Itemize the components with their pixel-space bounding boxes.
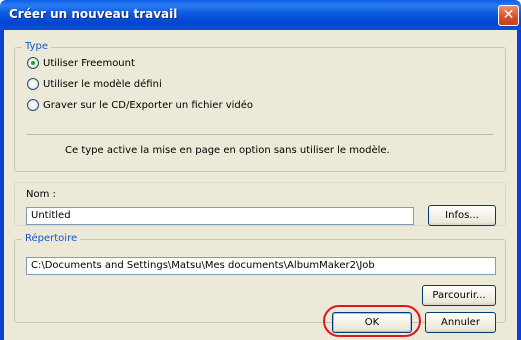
- radio-burn-export[interactable]: Graver sur le CD/Exporter un fichier vid…: [27, 98, 253, 112]
- name-input[interactable]: Untitled: [26, 207, 414, 225]
- radio-label-template: Utiliser le modèle défini: [43, 78, 162, 90]
- type-group-label: Type: [22, 41, 51, 52]
- name-label: Nom :: [26, 189, 56, 200]
- ok-button-highlight: [323, 305, 421, 337]
- name-group: Nom : Untitled Infos...: [14, 182, 506, 226]
- dialog-window: Créer un nouveau travail ✕ Type Utiliser…: [0, 0, 521, 340]
- directory-group-label: Répertoire: [22, 233, 81, 244]
- info-button[interactable]: Infos...: [428, 205, 496, 226]
- radio-button[interactable]: [27, 78, 39, 90]
- description-separator: [27, 134, 493, 135]
- window-frame-right: [517, 30, 521, 340]
- radio-template[interactable]: Utiliser le modèle défini: [27, 77, 162, 91]
- dialog-body: Type Utiliser Freemount Utiliser le modè…: [4, 30, 517, 340]
- type-group: Type Utiliser Freemount Utiliser le modè…: [14, 41, 506, 172]
- close-button[interactable]: ✕: [498, 5, 519, 26]
- directory-input[interactable]: C:\Documents and Settings\Matsu\Mes docu…: [26, 257, 496, 275]
- close-icon: ✕: [502, 7, 515, 23]
- title-bar[interactable]: Créer un nouveau travail ✕: [0, 0, 521, 30]
- directory-group: Répertoire C:\Documents and Settings\Mat…: [14, 233, 506, 323]
- radio-freemount[interactable]: Utiliser Freemount: [27, 56, 135, 70]
- radio-label-burn-export: Graver sur le CD/Exporter un fichier vid…: [43, 99, 254, 111]
- radio-button-checked[interactable]: [27, 57, 39, 69]
- window-title: Créer un nouveau travail: [9, 7, 178, 21]
- type-description: Ce type active la mise en page en option…: [65, 145, 390, 156]
- browse-button[interactable]: Parcourir...: [422, 285, 496, 306]
- radio-button[interactable]: [27, 99, 39, 111]
- cancel-button[interactable]: Annuler: [425, 312, 496, 333]
- radio-label-freemount: Utiliser Freemount: [43, 57, 135, 69]
